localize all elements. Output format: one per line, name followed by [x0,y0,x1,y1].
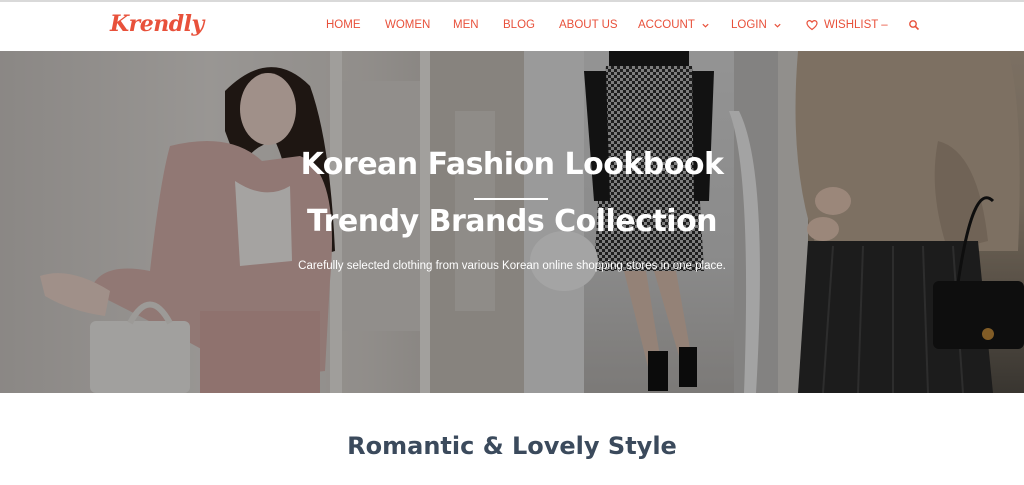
chevron-down-icon [774,23,781,28]
main-nav: HOME WOMEN MEN BLOG ABOUT US ACCOUNT LOG… [0,2,1024,51]
nav-login[interactable]: LOGIN [731,19,782,31]
nav-wishlist[interactable]: WISHLIST – [806,19,888,31]
chevron-down-icon [702,23,709,28]
nav-women-label: WOMEN [385,19,431,31]
hero-title-line2: Trendy Brands Collection [306,204,718,239]
nav-wishlist-label: WISHLIST – [824,19,888,31]
nav-women[interactable]: WOMEN [385,19,430,31]
nav-men-label: MEN [453,19,479,31]
nav-about-us[interactable]: ABOUT US [559,19,618,31]
nav-blog[interactable]: BLOG [503,19,535,31]
search-icon [909,20,920,31]
nav-about-label: ABOUT US [559,19,618,31]
nav-login-label: LOGIN [731,19,767,31]
search-button[interactable] [908,19,920,31]
hero-subtitle: Carefully selected clothing from various… [298,260,726,272]
heart-icon [806,19,818,31]
nav-account-label: ACCOUNT [638,19,695,31]
site-header: Krendly HOME WOMEN MEN BLOG ABOUT US ACC… [0,0,1024,51]
nav-account[interactable]: ACCOUNT [638,19,710,31]
hero-title-line1: Korean Fashion Lookbook [300,147,724,182]
hero-divider [474,198,548,200]
nav-men[interactable]: MEN [453,19,479,31]
nav-blog-label: BLOG [503,19,535,31]
section-title: Romantic & Lovely Style [347,432,677,460]
nav-home-label: HOME [326,19,361,31]
nav-home[interactable]: HOME [326,19,361,31]
hero-banner: Korean Fashion Lookbook Trendy Brands Co… [0,51,1024,393]
